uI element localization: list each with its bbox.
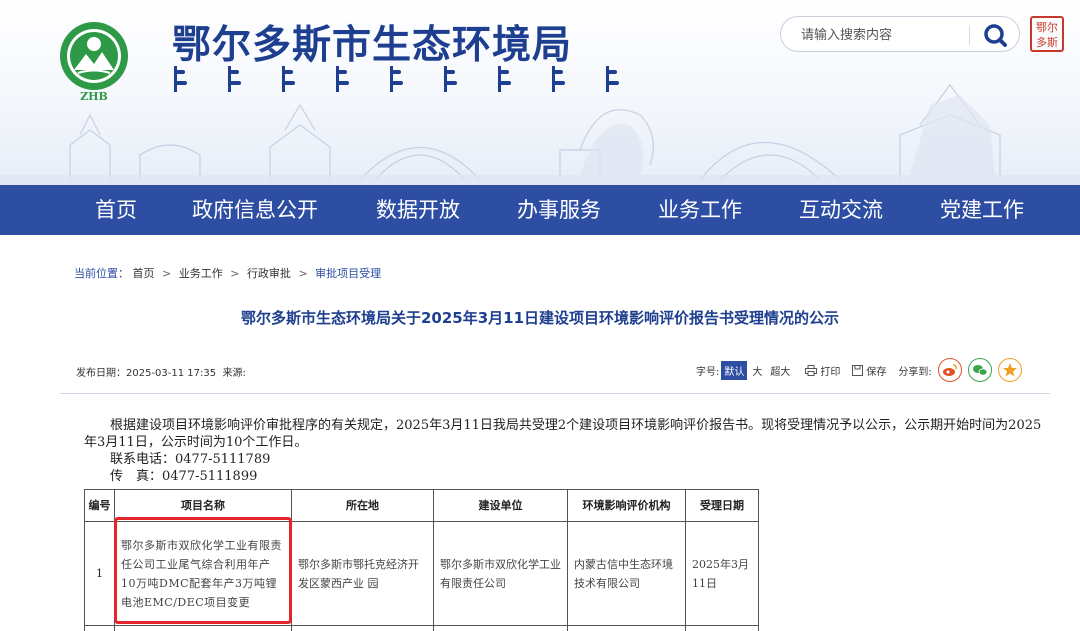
- article-tools: 字号: 默认 大 超大 打印 保存 分享到:: [696, 356, 1022, 384]
- cell-project: 鄂尔多斯市双欣化学工业有限责任公司工业尾气综合利用年产10万吨DMC配套年产3万…: [114, 521, 292, 626]
- table-header-row: 编号 项目名称 所在地 建设单位 环境影响评价机构 受理日期: [84, 489, 759, 522]
- cell-eia-org: 内蒙古信中生态环境技术有限公司: [567, 521, 686, 626]
- cell-empty: [84, 625, 115, 631]
- save-label: 保存: [866, 366, 887, 378]
- breadcrumb-project-acceptance[interactable]: 审批项目受理: [315, 267, 381, 280]
- col-header-date: 受理日期: [685, 489, 759, 522]
- col-header-location: 所在地: [291, 489, 434, 522]
- breadcrumb-home[interactable]: 首页: [133, 267, 155, 280]
- breadcrumb-label: 当前位置：: [74, 267, 129, 280]
- breadcrumb-admin-approval[interactable]: 行政审批: [247, 267, 291, 280]
- print-label: 打印: [820, 366, 841, 378]
- font-size-default-button[interactable]: 默认: [721, 360, 748, 380]
- publish-date: 2025-03-11 17:35: [126, 368, 217, 379]
- font-size-label: 字号:: [696, 366, 720, 378]
- search-button[interactable]: [977, 21, 1013, 49]
- print-icon: [805, 364, 818, 376]
- font-size-xlarge-button[interactable]: 超大: [767, 361, 793, 380]
- table-row: 1 鄂尔多斯市双欣化学工业有限责任公司工业尾气综合利用年产10万吨DMC配套年产…: [84, 521, 759, 626]
- search-divider: [969, 25, 970, 45]
- col-header-eia-org: 环境影响评价机构: [567, 489, 686, 522]
- font-size-large-button[interactable]: 大: [749, 361, 765, 380]
- col-header-no: 编号: [84, 489, 115, 522]
- mongolian-script-title: [174, 66, 622, 92]
- breadcrumb-separator: >: [230, 267, 240, 280]
- cell-date: 2025年3月11日: [685, 521, 759, 626]
- cell-empty: [567, 625, 686, 631]
- print-button[interactable]: 打印: [805, 363, 840, 378]
- col-header-project: 项目名称: [114, 489, 292, 522]
- save-icon: [852, 364, 864, 376]
- nav-item-gov-info[interactable]: 政府信息公开: [192, 185, 318, 235]
- page-title: 鄂尔多斯市生态环境局关于2025年3月11日建设项目环境影响评价报告书受理情况的…: [240, 309, 840, 327]
- contact-phone: 联系电话：0477-5111789: [110, 452, 271, 467]
- cell-no: 1: [84, 521, 115, 626]
- nav-item-open-data[interactable]: 数据开放: [376, 185, 460, 235]
- wechat-share-button[interactable]: [967, 358, 992, 382]
- star-icon: [1002, 363, 1017, 377]
- breadcrumb-business[interactable]: 业务工作: [179, 267, 223, 280]
- nav-item-party[interactable]: 党建工作: [940, 185, 1024, 235]
- breadcrumb: 当前位置： 首页 > 业务工作 > 行政审批 > 审批项目受理: [74, 265, 381, 281]
- search-icon: [984, 24, 1007, 47]
- publish-label: 发布日期：: [76, 368, 126, 379]
- search-input[interactable]: [801, 24, 971, 46]
- cell-location: 鄂尔多斯市鄂托克经济开发区蒙西产业 园: [291, 521, 434, 626]
- contact-fax: 传 真：0477-5111899: [110, 469, 258, 484]
- col-header-builder: 建设单位: [433, 489, 568, 522]
- projects-table: 编号 项目名称 所在地 建设单位 环境影响评价机构 受理日期 1 鄂尔多斯市双欣…: [84, 489, 759, 631]
- table-row: [84, 625, 759, 631]
- red-seal-logo: 鄂尔多斯: [1030, 16, 1064, 52]
- logo-text: ZHB: [80, 90, 108, 102]
- cell-builder: 鄂尔多斯市双欣化学工业有限责任公司: [433, 521, 568, 626]
- site-title: 鄂尔多斯市生态环境局: [172, 23, 573, 68]
- save-button[interactable]: 保存: [852, 363, 886, 378]
- site-header: ZHB 鄂尔多斯市生态环境局 鄂尔多斯: [0, 0, 1080, 185]
- wechat-icon: [972, 365, 988, 376]
- favorite-share-button[interactable]: [997, 358, 1022, 382]
- weibo-icon: [942, 364, 957, 376]
- cell-empty: [685, 625, 759, 631]
- article-body: 根据建设项目环境影响评价审批程序的有关规定，2025年3月11日我局共受理2个建…: [84, 417, 1044, 485]
- main-nav: 首页 政府信息公开 数据开放 办事服务 业务工作 互动交流 党建工作: [0, 185, 1080, 235]
- share-label: 分享到:: [898, 366, 932, 378]
- source-label: 来源:: [222, 368, 246, 379]
- cell-empty: [114, 625, 292, 631]
- nav-item-interaction[interactable]: 互动交流: [799, 185, 883, 235]
- nav-item-services[interactable]: 办事服务: [517, 185, 601, 235]
- weibo-share-button[interactable]: [937, 358, 962, 382]
- cell-empty: [433, 625, 568, 631]
- bureau-logo: ZHB: [60, 22, 128, 102]
- breadcrumb-separator: >: [298, 267, 308, 280]
- nav-item-business[interactable]: 业务工作: [658, 185, 742, 235]
- article-meta: 发布日期：2025-03-11 17:35 来源:: [76, 364, 246, 379]
- breadcrumb-separator: >: [162, 267, 172, 280]
- nav-item-home[interactable]: 首页: [95, 185, 137, 235]
- content-divider: [60, 393, 1050, 394]
- article-paragraph: 根据建设项目环境影响评价审批程序的有关规定，2025年3月11日我局共受理2个建…: [84, 418, 1042, 450]
- cell-empty: [291, 625, 434, 631]
- search-box: [780, 16, 1020, 52]
